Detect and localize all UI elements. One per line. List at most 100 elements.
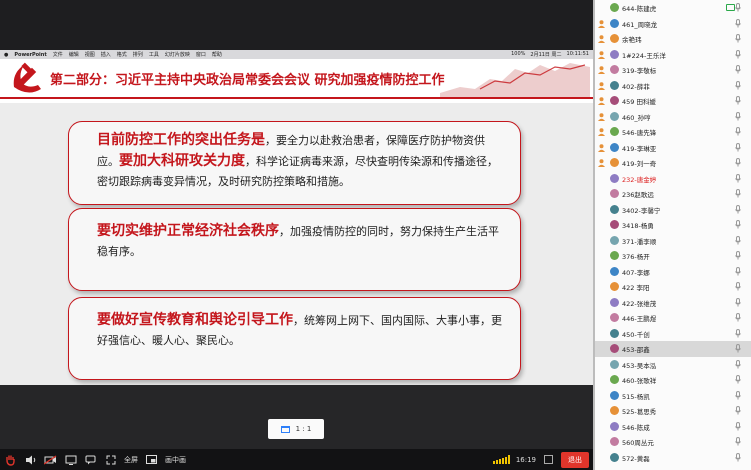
menu-slideshow[interactable]: 幻灯片放映	[165, 51, 190, 58]
mic-icon[interactable]	[735, 34, 741, 43]
camera-off-icon[interactable]	[44, 453, 57, 466]
mic-icon[interactable]	[735, 65, 741, 74]
mic-icon[interactable]	[735, 49, 741, 59]
participant-row[interactable]: 422 李阳	[595, 279, 751, 295]
mic-icon[interactable]	[735, 344, 741, 353]
mic-icon[interactable]	[735, 111, 741, 121]
ratio-toggle-button[interactable]: 1 : 1	[268, 419, 324, 439]
mic-icon[interactable]	[735, 297, 741, 307]
mic-icon[interactable]	[735, 127, 741, 136]
participant-row[interactable]: 460_孙哼	[595, 109, 751, 125]
participant-name: 459 田科媛	[622, 98, 656, 106]
participant-row[interactable]: 232-唐金婷	[595, 171, 751, 187]
participant-row[interactable]: 560周丛元	[595, 434, 751, 450]
mic-icon[interactable]	[735, 282, 741, 291]
network-icon	[542, 453, 555, 466]
mic-icon[interactable]	[735, 421, 741, 431]
participant-name: 236赵歌远	[622, 191, 654, 199]
mic-icon[interactable]	[735, 375, 741, 384]
mic-icon[interactable]	[735, 220, 741, 229]
mic-icon[interactable]	[735, 18, 741, 28]
mic-icon[interactable]	[735, 173, 741, 183]
participant-row[interactable]: 422-张维茂	[595, 295, 751, 311]
participant-row[interactable]: 376-杨开	[595, 248, 751, 264]
participant-row[interactable]: 572-黄磊	[595, 450, 751, 466]
apple-icon: ●	[4, 51, 9, 58]
meeting-time: 16:19	[515, 455, 536, 464]
mic-icon[interactable]	[735, 189, 741, 198]
mic-icon[interactable]	[735, 3, 741, 12]
mic-icon[interactable]	[735, 235, 741, 245]
signal-strength-icon	[492, 455, 510, 464]
user-icon	[598, 35, 605, 43]
avatar	[610, 18, 619, 28]
menu-view[interactable]: 视图	[85, 51, 95, 58]
pip-label[interactable]: 画中画	[165, 455, 186, 465]
participant-row[interactable]: 546-陈成	[595, 419, 751, 435]
participant-row[interactable]: 371-潘李顺	[595, 233, 751, 249]
menu-format[interactable]: 格式	[117, 51, 127, 58]
mic-icon[interactable]	[735, 313, 741, 322]
participant-row[interactable]: 450-千创	[595, 326, 751, 342]
mic-icon[interactable]	[735, 328, 741, 338]
participant-row[interactable]: 525-葛思秀	[595, 403, 751, 419]
user-icon	[598, 159, 605, 167]
mic-icon[interactable]	[735, 437, 741, 446]
participant-row[interactable]: 407-李娜	[595, 264, 751, 280]
mic-icon[interactable]	[735, 452, 741, 462]
menu-file[interactable]: 文件	[53, 51, 63, 58]
mic-icon[interactable]	[735, 96, 741, 105]
hand-raise-icon[interactable]	[4, 453, 17, 466]
menu-window[interactable]: 窗口	[196, 51, 206, 58]
fullscreen-label[interactable]: 全屏	[124, 455, 138, 465]
mic-icon[interactable]	[735, 406, 741, 415]
participant-name: 376-杨开	[622, 253, 650, 261]
mic-icon[interactable]	[735, 266, 741, 276]
mic-icon[interactable]	[735, 80, 741, 90]
participant-row[interactable]: 644-陈建虎	[595, 0, 751, 16]
participant-row[interactable]: 419-刘一奇	[595, 155, 751, 171]
window-icon	[280, 425, 290, 433]
participant-row[interactable]: 459 田科媛	[595, 93, 751, 109]
mic-icon[interactable]	[735, 158, 741, 167]
exit-button[interactable]: 退出	[561, 451, 589, 468]
chat-icon[interactable]	[84, 453, 97, 466]
avatar	[610, 235, 619, 245]
participant-row[interactable]: 3402-李馨宁	[595, 202, 751, 218]
menu-help[interactable]: 帮助	[212, 51, 222, 58]
participant-row[interactable]: 453-吴本泓	[595, 357, 751, 373]
participant-row[interactable]: 1#224-王乐洋	[595, 47, 751, 63]
mic-icon[interactable]	[735, 390, 741, 400]
participant-row[interactable]: 453-邵鑫	[595, 341, 751, 357]
participant-row[interactable]: 419-李琳亚	[595, 140, 751, 156]
fullscreen-icon[interactable]	[104, 453, 117, 466]
participant-name: 546-唐先锋	[622, 129, 657, 137]
participant-row[interactable]: 546-唐先锋	[595, 124, 751, 140]
menu-edit[interactable]: 编辑	[69, 51, 79, 58]
menu-arrange[interactable]: 排列	[133, 51, 143, 58]
participant-row[interactable]: 515-杨凯	[595, 388, 751, 404]
screen-share-icon[interactable]	[64, 453, 77, 466]
avatar	[610, 111, 619, 121]
mic-icon[interactable]	[735, 204, 741, 214]
mic-icon[interactable]	[735, 251, 741, 260]
menubar-clock: 10:11:51	[566, 51, 589, 57]
participant-row[interactable]: 402-薛菲	[595, 78, 751, 94]
menu-insert[interactable]: 插入	[101, 51, 111, 58]
mic-icon[interactable]	[735, 142, 741, 152]
menu-app[interactable]: PowerPoint	[14, 52, 46, 58]
participant-row[interactable]: 461_周晓龙	[595, 16, 751, 32]
participant-name: 525-葛思秀	[622, 408, 657, 416]
participant-row[interactable]: 236赵歌远	[595, 186, 751, 202]
participant-row[interactable]: 446-王鹏煜	[595, 310, 751, 326]
camera-icon[interactable]	[726, 4, 735, 11]
participant-row[interactable]: 余艳玮	[595, 31, 751, 47]
participant-row[interactable]: 3418-杨勇	[595, 217, 751, 233]
pip-icon[interactable]	[145, 453, 158, 466]
mic-icon[interactable]	[735, 359, 741, 369]
speaker-icon[interactable]	[24, 453, 37, 466]
participant-name: 3418-杨勇	[622, 222, 654, 230]
participant-row[interactable]: 460-张歌祥	[595, 372, 751, 388]
participant-row[interactable]: 319-李敬标	[595, 62, 751, 78]
menu-tools[interactable]: 工具	[149, 51, 159, 58]
